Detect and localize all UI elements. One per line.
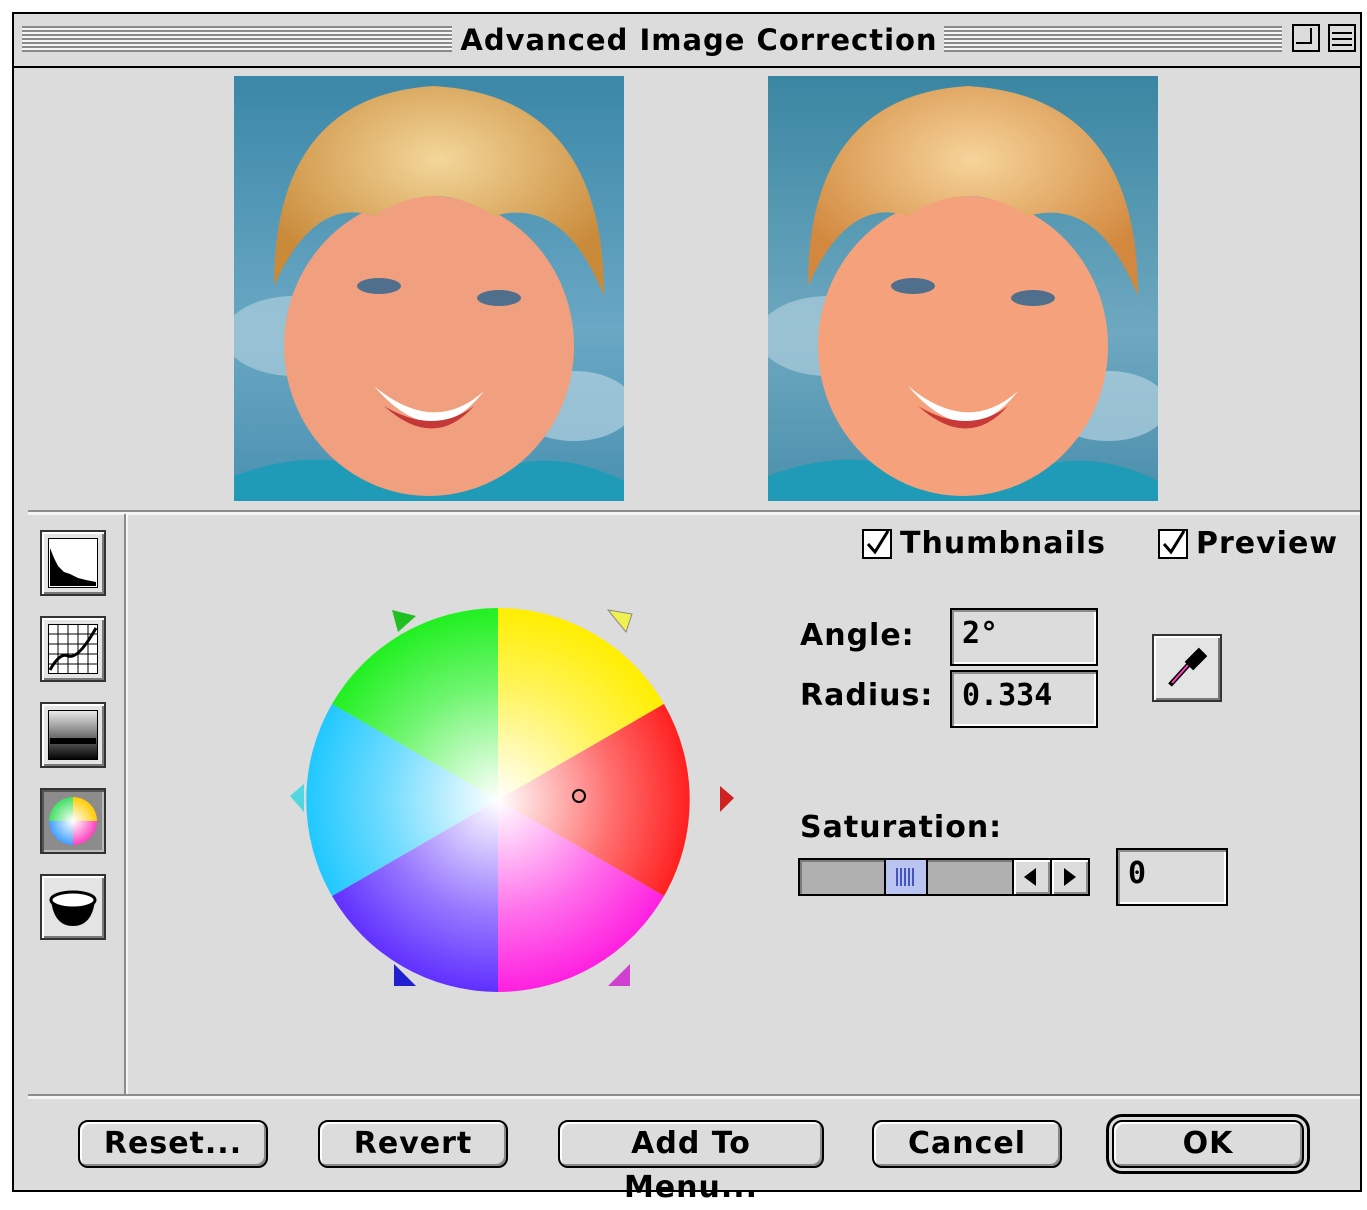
preview-divider xyxy=(28,510,1360,515)
reset-button[interactable]: Reset... xyxy=(78,1120,268,1168)
cyan-marker-left-icon xyxy=(290,784,304,812)
original-image xyxy=(234,76,624,501)
radius-field[interactable]: 0.334 xyxy=(950,670,1098,728)
thumbnails-label: Thumbnails xyxy=(900,526,1106,561)
title-bar[interactable]: Advanced Image Correction xyxy=(14,14,1360,68)
color-wheel[interactable] xyxy=(270,590,750,1010)
preview-checkbox[interactable]: Preview xyxy=(1158,526,1338,561)
title-bar-stripes-right xyxy=(942,26,1282,52)
color-wheel-icon xyxy=(49,797,97,845)
histogram-icon xyxy=(48,538,98,588)
saturation-label: Saturation: xyxy=(800,810,1003,845)
add-to-menu-button[interactable]: Add To Menu... xyxy=(558,1120,824,1205)
collapse-box-icon[interactable] xyxy=(1328,24,1356,52)
title-bar-stripes-left xyxy=(22,26,452,52)
cancel-button[interactable]: Cancel xyxy=(872,1120,1062,1168)
yellow-marker-icon xyxy=(606,609,633,634)
corrected-image xyxy=(768,76,1158,501)
button-bar-divider xyxy=(28,1094,1360,1099)
angle-field[interactable]: 2° xyxy=(950,608,1098,666)
thumbnails-checkbox[interactable]: Thumbnails xyxy=(862,526,1106,561)
saturation-field[interactable]: 0 xyxy=(1116,848,1228,906)
bowl-icon xyxy=(49,890,97,926)
ok-button[interactable]: OK xyxy=(1106,1114,1310,1174)
bowl-tool-button[interactable] xyxy=(40,874,106,940)
color-balance-tool-button[interactable] xyxy=(40,788,106,854)
curves-icon xyxy=(48,624,98,674)
radius-label: Radius: xyxy=(800,678,934,713)
revert-button[interactable]: Revert xyxy=(318,1120,508,1168)
advanced-image-correction-window: Advanced Image Correction Thumbnails Pre… xyxy=(12,12,1362,1205)
saturation-slider[interactable] xyxy=(798,858,1090,896)
saturation-increase-button[interactable] xyxy=(1050,860,1088,894)
saturation-slider-thumb[interactable] xyxy=(884,860,928,894)
red-marker-icon xyxy=(720,786,734,812)
eyedropper-icon xyxy=(1168,647,1208,687)
hue-wheel xyxy=(306,608,690,992)
histogram-tool-button[interactable] xyxy=(40,530,106,596)
angle-label: Angle: xyxy=(800,618,915,653)
thumbnails-check-icon xyxy=(862,528,892,559)
gradient-icon xyxy=(48,710,98,760)
zoom-box-icon[interactable] xyxy=(1292,24,1320,52)
window-title: Advanced Image Correction xyxy=(454,22,944,58)
saturation-decrease-button[interactable] xyxy=(1012,860,1050,894)
preview-label: Preview xyxy=(1196,526,1339,561)
preview-check-icon xyxy=(1158,528,1188,559)
preview-area xyxy=(28,70,1348,510)
levels-tool-button[interactable] xyxy=(40,702,106,768)
right-arrow-icon xyxy=(1064,868,1076,886)
curves-tool-button[interactable] xyxy=(40,616,106,682)
left-arrow-icon xyxy=(1024,868,1036,886)
magenta-marker-icon xyxy=(608,964,630,986)
eyedropper-button[interactable] xyxy=(1152,634,1222,702)
